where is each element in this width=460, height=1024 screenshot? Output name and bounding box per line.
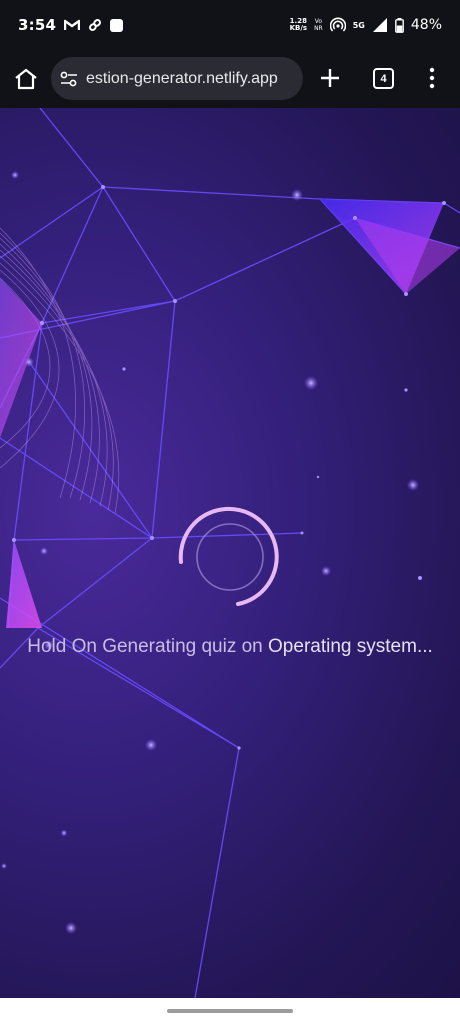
data-speed-unit: KB/s [289, 24, 308, 32]
loading-spinner [178, 506, 279, 606]
status-right: 1.28 KB/s Vo NR 5G 48% [290, 17, 442, 33]
data-speed: 1.28 KB/s [290, 18, 307, 32]
gmail-icon [64, 19, 81, 30]
volte-bottom: NR [314, 25, 323, 32]
loading-suffix: ... [416, 636, 433, 657]
more-menu-icon[interactable] [428, 67, 436, 89]
network-type: 5G [352, 20, 365, 30]
status-time: 3:54 [18, 16, 57, 34]
volte-indicator: Vo NR [314, 18, 323, 32]
home-icon[interactable] [14, 68, 38, 90]
browser-toolbar: estion-generator.netlify.app 4 [0, 50, 460, 108]
page-content: Hold On Generating quiz on Operating sys… [0, 108, 460, 998]
volte-top: Vo [314, 18, 323, 25]
status-bar: 3:54 1.28 KB/s Vo NR 5G 48% [0, 0, 460, 50]
tab-count: 4 [380, 72, 387, 85]
link-icon [89, 19, 102, 31]
loading-message: Hold On Generating quiz on Operating sys… [20, 632, 440, 662]
tab-switcher-button[interactable]: 4 [373, 68, 394, 89]
loading-prefix: Hold On Generating quiz on [27, 636, 269, 657]
decorative-triangle-left [0, 278, 42, 438]
signal-icon [372, 18, 387, 32]
hotspot-icon [329, 17, 346, 32]
app-notification-icon [110, 18, 124, 32]
status-left: 3:54 [18, 16, 124, 34]
address-bar[interactable]: estion-generator.netlify.app [51, 57, 303, 100]
system-navigation-bar [0, 998, 460, 1024]
url-text[interactable]: estion-generator.netlify.app [86, 70, 278, 88]
battery-level: 48% [410, 17, 442, 33]
new-tab-icon[interactable] [318, 66, 342, 90]
gesture-handle[interactable] [167, 1009, 293, 1013]
battery-icon [394, 17, 404, 33]
site-settings-icon[interactable] [60, 71, 78, 87]
loading-subject: Operating system [268, 636, 417, 657]
